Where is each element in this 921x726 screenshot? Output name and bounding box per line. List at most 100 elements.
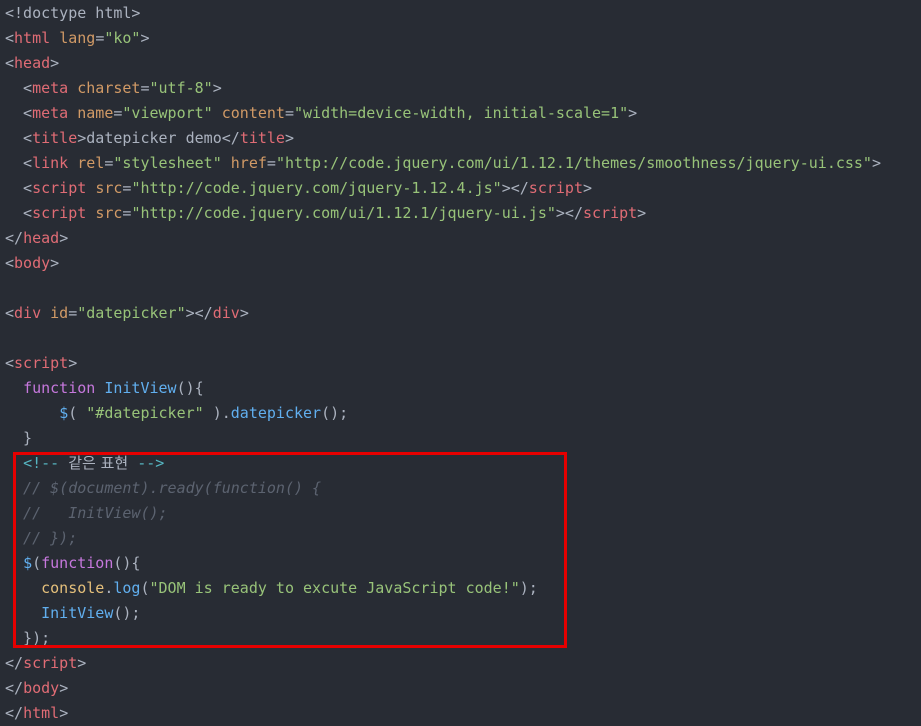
code-token: datepicker demo [86, 129, 222, 147]
code-token: $ [59, 404, 69, 422]
code-token: </ [5, 704, 24, 722]
code-token: "#datepicker" [86, 404, 204, 422]
code-token: lang [59, 29, 96, 47]
code-token: body [23, 679, 60, 697]
code-token: href [230, 154, 267, 172]
code-token: < [5, 129, 33, 147]
code-line: <head> [5, 51, 59, 76]
code-token: "http://code.jquery.com/ui/1.12.1/jquery… [131, 204, 556, 222]
code-token: charset [77, 79, 141, 97]
code-token: script [32, 179, 87, 197]
code-token: script [528, 179, 583, 197]
code-token: function [23, 379, 96, 397]
code-line: </body> [5, 676, 68, 701]
code-token: ). [203, 404, 231, 422]
code-token: script [14, 354, 69, 372]
code-line: $( "#datepicker" ).datepicker(); [5, 401, 348, 426]
code-token: < [5, 79, 33, 97]
code-token: script [582, 204, 638, 222]
code-token: "ko" [104, 29, 141, 47]
code-token: = [68, 304, 78, 322]
code-token: > [871, 154, 881, 172]
code-token: <!doctype html> [5, 4, 141, 22]
code-token: "utf-8" [149, 79, 213, 97]
code-token: </ [221, 129, 240, 147]
code-token: < [5, 179, 33, 197]
code-line: </script> [5, 651, 86, 676]
code-token: </ [5, 654, 24, 672]
code-token: content [221, 104, 285, 122]
code-token: > [212, 79, 222, 97]
code-token: < [5, 104, 33, 122]
code-token: src [95, 179, 123, 197]
code-token: > [59, 229, 69, 247]
code-line: <meta charset="utf-8"> [5, 76, 222, 101]
code-line: <script src="http://code.jquery.com/ui/1… [5, 201, 646, 226]
code-token: (); [321, 404, 349, 422]
code-token: > [50, 254, 60, 272]
code-token: < [5, 154, 33, 172]
code-token: > [582, 179, 593, 197]
code-line: <script src="http://code.jquery.com/jque… [5, 176, 592, 201]
code-token: datepicker [230, 404, 322, 422]
code-token: = [140, 79, 150, 97]
code-token: script [23, 654, 78, 672]
code-line: <div id="datepicker"></div> [5, 301, 249, 326]
code-token: < [5, 54, 15, 72]
code-token: "stylesheet" [113, 154, 222, 172]
code-token: "http://code.jquery.com/jquery-1.12.4.js… [131, 179, 502, 197]
code-token: > [239, 304, 249, 322]
code-line: <title>datepicker demo</title> [5, 126, 294, 151]
code-line: </html> [5, 701, 68, 726]
code-token: > [59, 679, 69, 697]
code-token: ( [68, 404, 87, 422]
code-token: > [77, 654, 87, 672]
code-token: div [212, 304, 240, 322]
code-token: </ [5, 679, 24, 697]
code-token: < [5, 29, 15, 47]
code-token: } [5, 429, 33, 447]
code-line: <html lang="ko"> [5, 26, 150, 51]
code-token: < [5, 304, 15, 322]
code-token: ></ [185, 304, 213, 322]
code-token: script [32, 204, 87, 222]
code-line: } [5, 426, 32, 451]
code-token: InitView [104, 379, 177, 397]
code-token: head [14, 54, 51, 72]
code-token: meta [32, 79, 69, 97]
code-token: > [77, 129, 87, 147]
code-token: </ [5, 229, 24, 247]
code-line: <script> [5, 351, 77, 376]
code-token: < [5, 254, 15, 272]
code-token: div [14, 304, 42, 322]
code-token: ></ [501, 179, 529, 197]
code-token: src [95, 204, 123, 222]
code-token: = [266, 154, 276, 172]
code-token: html [14, 29, 51, 47]
code-token: head [23, 229, 60, 247]
code-token: = [95, 29, 105, 47]
code-token: id [50, 304, 69, 322]
code-token: < [5, 354, 15, 372]
code-line: <link rel="stylesheet" href="http://code… [5, 151, 881, 176]
code-token: "datepicker" [77, 304, 186, 322]
code-token: > [59, 704, 69, 722]
code-token: < [5, 204, 33, 222]
code-token: meta [32, 104, 69, 122]
code-line: function InitView(){ [5, 376, 204, 401]
code-token: title [32, 129, 78, 147]
code-token: title [239, 129, 285, 147]
code-token: "viewport" [122, 104, 213, 122]
code-token: = [284, 104, 294, 122]
